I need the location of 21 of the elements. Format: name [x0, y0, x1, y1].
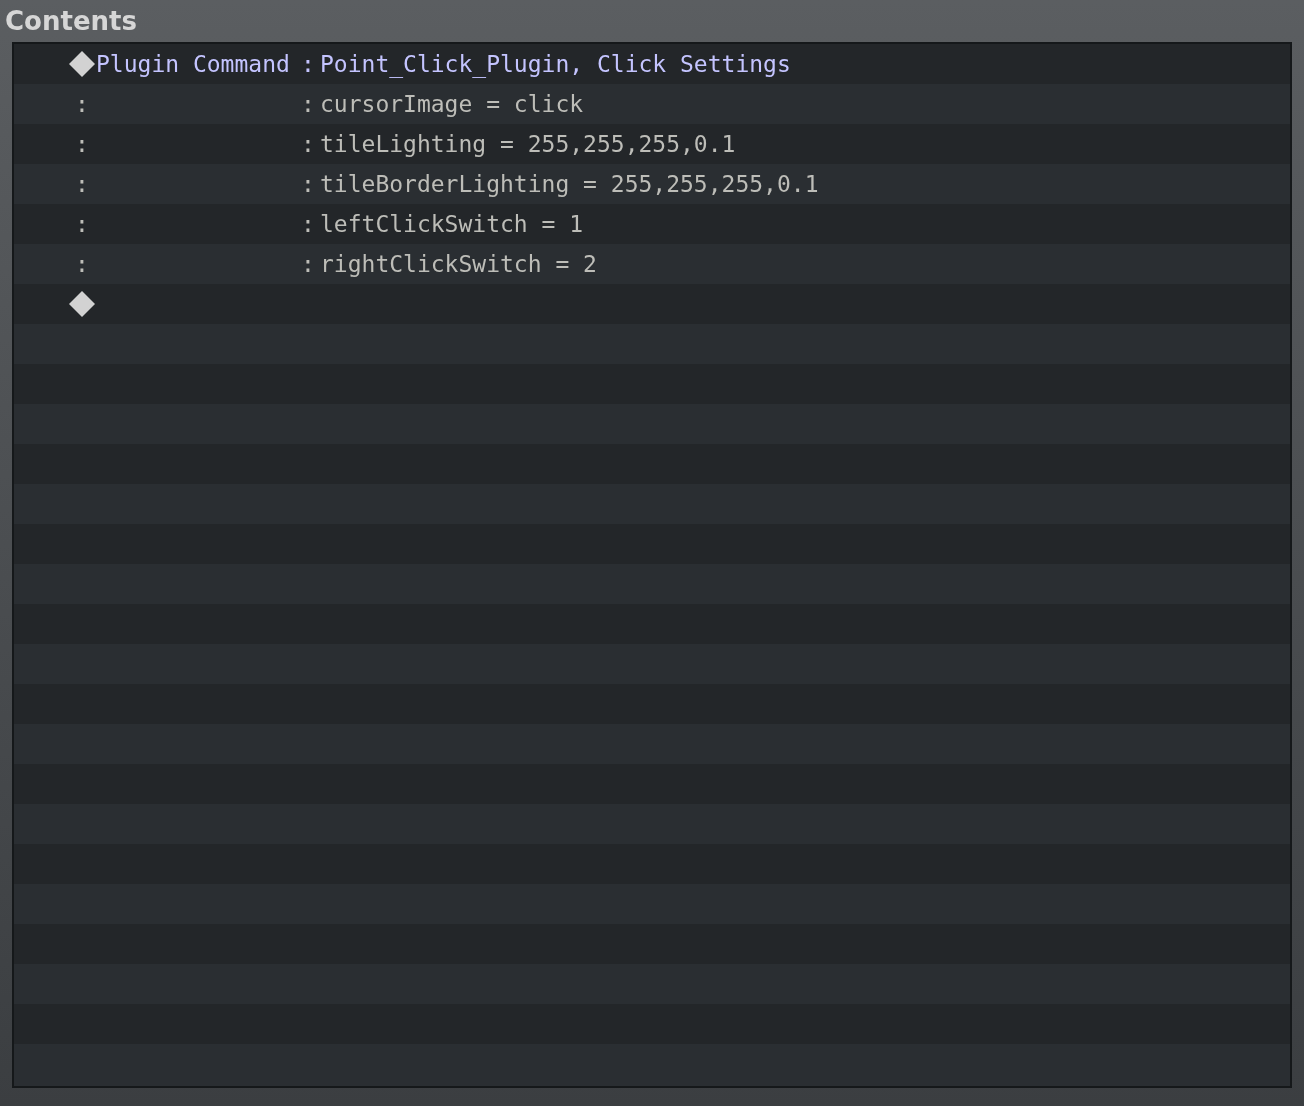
- parameter-text: leftClickSwitch = 1: [320, 209, 584, 239]
- command-value: Point_Click_Plugin, Click Settings: [320, 49, 791, 80]
- diamond-icon: [68, 290, 96, 318]
- line-marker: :: [75, 209, 89, 239]
- separator: :: [300, 249, 316, 279]
- line-marker: :: [75, 249, 89, 279]
- line-marker: :: [75, 129, 89, 159]
- separator: :: [300, 209, 316, 239]
- diamond-icon: [68, 50, 96, 78]
- line-marker: :: [75, 89, 89, 119]
- line-marker: :: [75, 169, 89, 199]
- separator: :: [300, 49, 316, 79]
- parameter-text: tileBorderLighting = 255,255,255,0.1: [320, 169, 819, 199]
- parameter-text: tileLighting = 255,255,255,0.1: [320, 129, 736, 159]
- panel-title: Contents: [4, 4, 138, 38]
- separator: :: [300, 129, 316, 159]
- command-label: Plugin Command: [96, 49, 290, 79]
- parameter-text: cursorImage = click: [320, 89, 584, 119]
- separator: :: [300, 89, 316, 119]
- parameter-text: rightClickSwitch = 2: [320, 249, 597, 279]
- separator: :: [300, 169, 316, 199]
